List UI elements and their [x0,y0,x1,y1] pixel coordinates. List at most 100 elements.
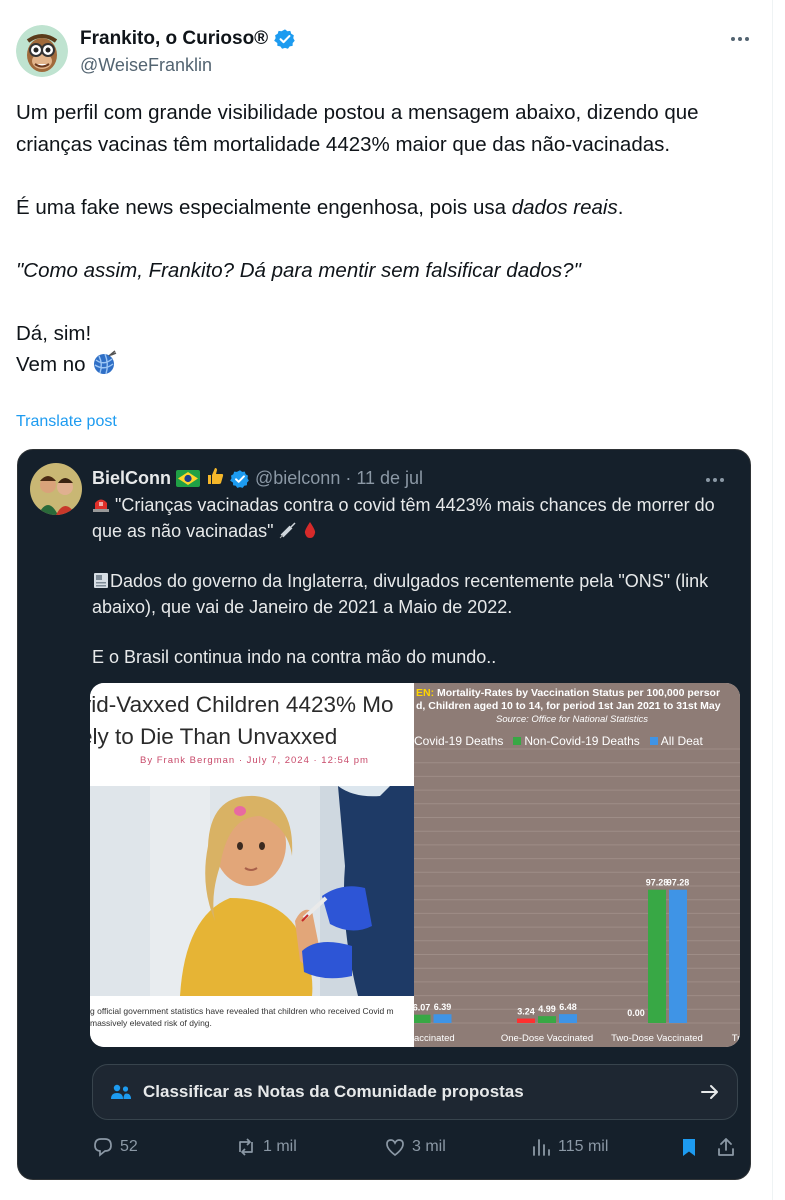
chart-data-label: 6.48 [559,1002,577,1012]
chart-legend: Covid-19 Deaths Non-Covid-19 Deaths All … [414,734,703,748]
legend-covid-label: Covid-19 Deaths [414,734,504,748]
chart-category-label: Two-Dose Vaccinated [611,1033,703,1044]
post-paragraph-1: Um perfil com grande visibilidade postou… [16,101,699,156]
quoted-paragraph-3: E o Brasil continua indo na contra mão d… [92,647,497,667]
chart-data-label: 4.99 [538,1004,556,1014]
reply-icon [94,1138,112,1157]
views-chart-icon [533,1139,550,1156]
views-button[interactable]: 115 mil [530,1136,608,1158]
bookmark-icon [683,1139,695,1156]
views-count: 115 mil [558,1138,609,1155]
article-title-line-2: ely to Die Than Unvaxxed [90,724,338,749]
quoted-author-handle[interactable]: @bielconn [255,468,340,489]
quoted-author-name[interactable]: BielConn [92,468,171,489]
reply-count: 52 [120,1138,138,1155]
verified-badge-icon [274,29,295,49]
action-bar: 52 1 mil 3 mil 115 mil [18,1132,750,1164]
post-paragraph-2-start: É uma fake news especialmente engenhosa,… [16,195,512,219]
post-paragraph-5-text: Vem no [16,353,86,376]
chart-category-label: Tr [732,1033,740,1044]
syringe-emoji-icon [279,522,296,539]
legend-all-label: All Deat [660,734,703,748]
chart-bar [669,889,687,1023]
vaccination-photo [90,786,414,996]
quoted-post-text: "Crianças vacinadas contra o covid têm 4… [92,492,742,670]
author-avatar[interactable] [16,25,68,77]
chart-data-label: 0.00 [627,1008,645,1018]
repost-button[interactable]: 1 mil [235,1136,297,1158]
post-paragraph-4: Dá, sim! [16,321,92,345]
article-title: vid-Vaxxed Children 4423% Mo ely to Die … [90,689,414,753]
quoted-line-1: "Crianças vacinadas contra o covid têm 4… [92,495,715,541]
chart-subtitle: d, Children aged 10 to 14, for period 1s… [416,700,721,712]
quoted-media[interactable]: vid-Vaxxed Children 4423% Mo ely to Die … [90,683,740,1047]
bookmark-button[interactable] [678,1136,700,1158]
author-handle[interactable]: @WeiseFranklin [80,55,212,76]
reply-button[interactable]: 52 [92,1136,138,1158]
chart-bar [414,1014,431,1023]
community-notes-label: Classificar as Notas da Comunidade propo… [143,1082,524,1101]
post-text: Um perfil com grande visibilidade postou… [16,97,746,381]
chart-data-label: 6.39 [434,1002,452,1012]
post-emphasis: dados reais [511,195,618,219]
chart-bar [559,1014,577,1023]
chart-source: Source: Office for National Statistics [496,714,649,725]
translate-post-link[interactable]: Translate post [16,413,117,431]
quoted-author-avatar[interactable] [30,463,82,515]
article-caption-line-2: massively elevated risk of dying. [90,1018,212,1028]
legend-covid: Covid-19 Deaths [414,734,503,748]
mortality-chart[interactable]: 6.07 6.39 accinated 3.24 4.99 6.48 One-Dose Va… [414,683,740,1047]
chart-bar [517,1018,535,1023]
post-paragraph-2-end: . [617,195,624,219]
share-icon [718,1138,734,1156]
chart-data-label: 97.28 [667,878,690,888]
newspaper-emoji-icon [94,573,108,588]
chart-data-label: 3.24 [517,1007,535,1017]
yarn-ball-emoji-icon [94,350,117,375]
share-button[interactable] [715,1136,737,1158]
people-icon [111,1084,131,1099]
repost-icon [239,1138,253,1156]
arrow-right-icon [701,1085,718,1099]
post-paragraph-5: Vem no [16,349,746,381]
community-notes-button[interactable]: Classificar as Notas da Comunidade propo… [92,1064,738,1120]
chart-bar [538,1016,556,1023]
quoted-more-options-icon[interactable] [702,472,728,488]
legend-non-covid: Non-Covid-19 Deaths [513,734,640,748]
more-options-icon[interactable] [727,28,753,50]
article-screenshot[interactable]: vid-Vaxxed Children 4423% Mo ely to Die … [90,683,414,1047]
chart-bar [433,1014,452,1023]
quoted-post-card[interactable]: BielConn @bielconn · 11 de jul "Crianças… [17,449,751,1180]
column-divider [772,0,773,1200]
like-button[interactable]: 3 mil [384,1136,446,1158]
quoted-verified-badge-icon [230,469,249,488]
author-name[interactable]: Frankito, o Curioso® [80,28,268,50]
legend-non-covid-label: Non-Covid-19 Deaths [524,734,640,748]
article-byline: By Frank Bergman · July 7, 2024 · 12:54 … [140,755,369,766]
blood-drop-emoji-icon [304,522,315,538]
chart-data-label: 6.07 [414,1003,430,1013]
chart-category-label: accinated [414,1033,455,1044]
author-name-row: Frankito, o Curioso® [80,28,296,50]
brazil-flag-emoji-icon [176,470,200,487]
legend-all: All Deat [649,734,703,748]
quoted-paragraph-1: "Crianças vacinadas contra o covid têm 4… [92,492,742,544]
quoted-paragraph-2: Dados do governo da Inglaterra, divulgad… [92,568,742,620]
siren-emoji-icon [93,499,109,512]
chart-bar [648,889,666,1023]
article-title-line-1: vid-Vaxxed Children 4423% Mo [90,692,394,717]
article-caption-line-1: g official government statistics have re… [90,1006,394,1016]
post-paragraph-2: É uma fake news especialmente engenhosa,… [16,192,746,224]
like-count: 3 mil [412,1138,446,1155]
quoted-line-2: Dados do governo da Inglaterra, divulgad… [92,571,709,617]
chart-category-label: One-Dose Vaccinated [501,1033,593,1044]
chart-title-prefix: EN: [416,687,435,699]
quoted-post-header: BielConn @bielconn · 11 de jul [92,466,423,491]
chart-title-text: Mortality-Rates by Vaccination Status pe… [437,687,721,699]
thumbs-up-emoji-icon [205,466,225,491]
chart-data-label: 97.28 [646,878,669,888]
heart-icon [386,1139,404,1157]
post-paragraph-3: "Como assim, Frankito? Dá para mentir se… [16,258,581,282]
chart-title: EN: Mortality-Rates by Vaccination Statu… [416,687,720,699]
quoted-date[interactable]: 11 de jul [356,468,423,489]
